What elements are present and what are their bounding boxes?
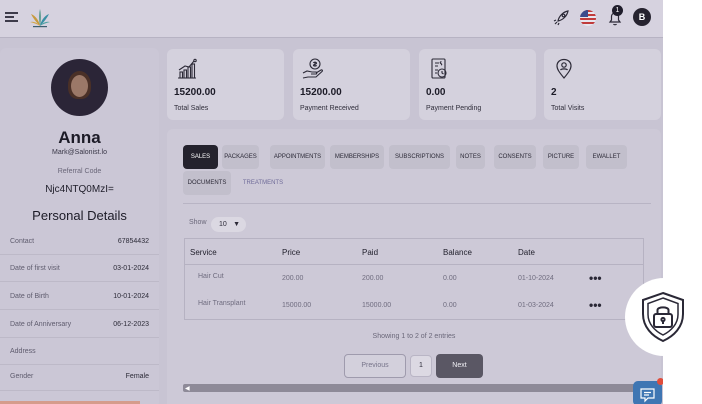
cell-service: Hair Cut	[198, 273, 224, 280]
stat-card-payment-pending: 0.00 Payment Pending	[419, 49, 536, 120]
column-header[interactable]: Service	[190, 248, 217, 257]
detail-value: 03-01-2024	[113, 265, 149, 272]
row-actions-icon[interactable]: •••	[589, 298, 602, 312]
show-entries-label: Show	[189, 219, 207, 226]
chat-alert-dot	[657, 378, 663, 385]
detail-date-of-birth: Date of Birth 10-01-2024	[10, 293, 149, 307]
stat-value: 0.00	[426, 87, 446, 98]
tab-packages[interactable]: PACKAGES	[222, 145, 259, 169]
table-header: Service Price Paid Balance Date	[185, 239, 643, 265]
app-shell: 1 B Anna Mark@Salonist.lo Referral Code …	[0, 0, 663, 404]
stat-value: 15200.00	[174, 87, 216, 98]
detail-label: Date of Birth	[10, 293, 49, 300]
tab-appointments[interactable]: APPOINTMENTS	[270, 145, 325, 169]
column-header[interactable]: Price	[282, 248, 300, 257]
page-number-button[interactable]: 1	[410, 355, 432, 377]
stat-card-total-sales: 15200.00 Total Sales	[167, 49, 284, 120]
detail-value: 10-01-2024	[113, 293, 149, 300]
detail-label: Gender	[10, 373, 34, 380]
previous-page-button[interactable]: Previous	[344, 354, 406, 378]
cell-price: 200.00	[282, 275, 304, 282]
next-page-button[interactable]: Next	[436, 354, 483, 378]
customer-name: Anna	[58, 128, 101, 147]
detail-anniversary: Date of Anniversary 06-12-2023	[10, 321, 149, 335]
cell-paid: 200.00	[362, 275, 384, 282]
cell-balance: 0.00	[443, 302, 457, 309]
tab-picture[interactable]: PICTURE	[543, 145, 579, 169]
column-header[interactable]: Paid	[362, 248, 378, 257]
security-lock-badge[interactable]	[625, 278, 702, 356]
scroll-left-icon[interactable]: ◀	[185, 385, 190, 392]
us-flag-icon[interactable]	[578, 8, 598, 28]
stat-card-payment-received: 15200.00 Payment Received	[293, 49, 410, 120]
detail-value: 67854432	[117, 238, 149, 245]
referral-code: Njc4NTQ0MzI=	[45, 184, 114, 195]
tabs-divider	[183, 203, 651, 204]
tab-documents[interactable]: DOCUMENTS	[183, 171, 231, 195]
stat-label: Payment Received	[300, 105, 359, 112]
cell-price: 15000.00	[282, 302, 312, 309]
tab-memberships[interactable]: MEMBERSHIPS	[330, 145, 384, 169]
chevron-down-icon: ▼	[233, 221, 240, 228]
customer-profile-card: Anna Mark@Salonist.lo Referral Code Njc4…	[0, 48, 159, 404]
customer-email: Mark@Salonist.lo	[52, 149, 107, 156]
detail-label: Address	[10, 348, 36, 355]
location-pin-icon	[552, 57, 576, 81]
page-size-value: 10	[219, 221, 227, 228]
cell-date: 01-10-2024	[518, 275, 554, 282]
top-bar: 1 B	[0, 0, 663, 38]
cell-paid: 15000.00	[362, 302, 392, 309]
tab-subscriptions[interactable]: SUBSCRIPTIONS	[389, 145, 450, 169]
rocket-icon[interactable]	[551, 8, 571, 28]
row-actions-icon[interactable]: •••	[589, 271, 602, 285]
stat-value: 2	[551, 87, 557, 98]
personal-details-heading: Personal Details	[32, 208, 127, 223]
stat-card-total-visits: 2 Total Visits	[544, 49, 661, 120]
detail-label: Date of Anniversary	[10, 321, 72, 328]
stat-label: Total Visits	[551, 105, 585, 112]
table-row: Hair Cut 200.00 200.00 0.00 01-10-2024 •…	[185, 266, 643, 293]
tab-notes[interactable]: NOTES	[456, 145, 485, 169]
brand-logo[interactable]	[28, 6, 52, 30]
tab-treatments[interactable]: TREATMENTS	[239, 171, 287, 195]
stat-value: 15200.00	[300, 87, 342, 98]
referral-code-label: Referral Code	[57, 168, 102, 175]
entries-summary: Showing 1 to 2 of 2 entries	[372, 333, 456, 340]
detail-label: Contact	[10, 238, 35, 245]
column-header[interactable]: Balance	[443, 248, 472, 257]
user-avatar[interactable]: B	[633, 8, 651, 26]
cell-service: Hair Transplant	[198, 300, 246, 307]
invoice-pending-icon	[427, 57, 451, 81]
payment-hand-icon	[301, 57, 325, 81]
tab-ewallet[interactable]: EWALLET	[586, 145, 627, 169]
sales-chart-icon	[175, 57, 199, 81]
menu-icon[interactable]	[5, 11, 18, 23]
horizontal-scrollbar[interactable]	[183, 384, 661, 392]
column-header[interactable]: Date	[518, 248, 535, 257]
table-row: Hair Transplant 15000.00 15000.00 0.00 0…	[185, 293, 643, 320]
sales-table: Service Price Paid Balance Date Hair Cut…	[184, 238, 644, 320]
tab-sales[interactable]: SALES	[183, 145, 218, 169]
detail-gender: Gender Female	[10, 373, 149, 387]
detail-address: Address	[10, 348, 149, 362]
cell-balance: 0.00	[443, 275, 457, 282]
tab-consents[interactable]: CONSENTS	[494, 145, 536, 169]
detail-first-visit: Date of first visit 03-01-2024	[10, 265, 149, 279]
detail-contact: Contact 67854432	[10, 238, 149, 252]
detail-label: Date of first visit	[10, 265, 60, 272]
customer-avatar	[51, 59, 108, 116]
detail-value: 06-12-2023	[113, 321, 149, 328]
detail-value: Female	[125, 373, 149, 380]
cell-date: 01-03-2024	[518, 302, 554, 309]
stat-label: Payment Pending	[426, 105, 482, 112]
page-size-select[interactable]: 10 ▼	[211, 217, 246, 232]
customer-activity-panel: SALES PACKAGES APPOINTMENTS MEMBERSHIPS …	[167, 129, 661, 404]
stat-label: Total Sales	[174, 105, 209, 112]
notification-count-badge: 1	[612, 5, 623, 16]
